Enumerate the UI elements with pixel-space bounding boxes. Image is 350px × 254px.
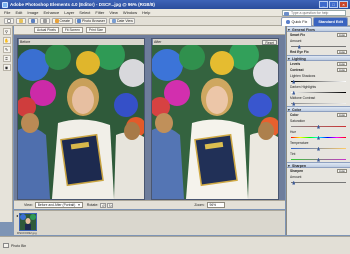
help-search-placeholder: Type a question for help: [291, 11, 329, 15]
sharpen-slider[interactable]: [291, 180, 346, 185]
rotate-right-icon[interactable]: ↻: [107, 202, 114, 208]
after-label: After: [154, 40, 162, 44]
quick-selection-tool-icon[interactable]: ✎: [2, 46, 11, 53]
red-eye-auto-button[interactable]: Auto: [337, 49, 347, 55]
create-button[interactable]: Create: [52, 18, 73, 24]
photo-browser-icon: [77, 19, 82, 23]
after-photo[interactable]: [152, 45, 278, 199]
quick-fix-panel: General Fixes Smart FixAuto Amount Red E…: [286, 26, 350, 235]
folder-icon: [18, 19, 23, 23]
photo-bin: ◂ DSCF0032.jpg: [14, 210, 285, 235]
help-search-input[interactable]: Type a question for help: [282, 10, 346, 16]
hand-tool-icon[interactable]: ✋: [2, 37, 11, 44]
save-button[interactable]: [28, 18, 38, 24]
levels-auto-button[interactable]: Auto: [337, 61, 347, 67]
photo-bin-label: Photo Bin: [11, 243, 27, 248]
menu-file[interactable]: File: [4, 10, 10, 15]
menu-help[interactable]: Help: [142, 10, 150, 15]
chevron-down-icon: ▾: [78, 203, 80, 207]
before-label: Before: [20, 40, 31, 44]
date-view-label: Date View: [116, 19, 133, 23]
menu-layer[interactable]: Layer: [64, 10, 74, 15]
open-button[interactable]: [16, 18, 26, 24]
close-button[interactable]: ×: [339, 1, 348, 8]
crop-tool-icon[interactable]: ⌗: [2, 55, 11, 62]
photo-bin-arrow-icon[interactable]: ◂: [16, 213, 18, 218]
menu-window[interactable]: Window: [123, 10, 137, 15]
smart-fix-auto-button[interactable]: Auto: [337, 32, 347, 38]
contrast-auto-button[interactable]: Auto: [337, 67, 347, 73]
sharpen-auto-button[interactable]: Auto: [337, 168, 347, 174]
tab-quick-fix-label: Quick Fix: [291, 20, 308, 24]
view-label: View:: [24, 203, 33, 207]
smart-fix-label: Smart Fix: [290, 33, 306, 37]
color-label: Color: [290, 113, 299, 117]
menu-filter[interactable]: Filter: [95, 10, 104, 15]
options-bar: Actual Pixels Fit Screen Print Size: [14, 26, 285, 35]
before-label-bar: Before: [19, 39, 144, 45]
menu-view[interactable]: View: [109, 10, 118, 15]
photo-bin-toggle[interactable]: Photo Bin: [3, 243, 26, 248]
calendar-icon: [111, 19, 116, 23]
reset-button[interactable]: Reset: [262, 39, 277, 45]
status-bar: Photo Bin: [0, 236, 350, 254]
before-pane: Before: [17, 38, 145, 200]
view-select-value: Before and After (Portrait): [37, 203, 76, 207]
red-eye-label: Red Eye Fix: [290, 50, 309, 54]
tab-standard-edit-label: Standard Edit: [318, 20, 343, 24]
zoom-tool-icon[interactable]: ⚲: [2, 28, 11, 35]
search-icon: [284, 11, 289, 16]
new-file-button[interactable]: [4, 18, 14, 24]
zoom-label: Zoom:: [194, 203, 205, 207]
work-area: Before After Reset: [14, 35, 285, 209]
before-photo[interactable]: [18, 45, 144, 199]
tab-quick-fix[interactable]: Quick Fix: [281, 17, 313, 26]
photo-bin-icon: [3, 243, 9, 248]
thumbnail-image: [20, 213, 36, 230]
app-icon: [2, 1, 8, 8]
sharpen-label: Sharpen: [290, 169, 304, 173]
photo-browser-button[interactable]: Photo Browser: [74, 18, 108, 24]
save-icon: [30, 19, 35, 23]
print-icon: [42, 19, 47, 23]
view-select[interactable]: Before and After (Portrait) ▾: [34, 202, 83, 208]
new-file-icon: [6, 19, 11, 23]
create-label: Create: [59, 19, 71, 23]
menu-edit[interactable]: Edit: [15, 10, 22, 15]
after-label-bar: After Reset: [153, 39, 278, 45]
red-eye-tool-icon[interactable]: ◉: [2, 64, 11, 71]
toolbox: ⚲ ✋ ✎ ⌗ ◉: [0, 26, 13, 222]
mode-tabs: Quick Fix Standard Edit: [281, 17, 348, 26]
date-view-button[interactable]: Date View: [109, 18, 136, 24]
levels-label: Levels: [290, 62, 301, 66]
view-bar: View: Before and After (Portrait) ▾ Rotat…: [14, 200, 285, 209]
photo-thumbnail[interactable]: [19, 212, 37, 231]
minimize-button[interactable]: _: [319, 1, 328, 8]
maximize-button[interactable]: □: [329, 1, 338, 8]
thumbnail-filename: DSCF0032.jpg: [17, 231, 37, 235]
quick-fix-icon: [286, 20, 290, 24]
menu-image[interactable]: Image: [27, 10, 38, 15]
actual-pixels-button[interactable]: Actual Pixels: [34, 27, 59, 33]
photo-browser-label: Photo Browser: [82, 19, 105, 23]
print-button[interactable]: [40, 18, 50, 24]
title-bar: Adobe Photoshop Elements 4.0 (Editor) - …: [0, 0, 350, 9]
zoom-input[interactable]: 96%: [206, 202, 225, 208]
menu-select[interactable]: Select: [79, 10, 90, 15]
create-icon: [54, 19, 59, 23]
rotate-left-icon[interactable]: ↺: [100, 202, 107, 208]
color-auto-button[interactable]: Auto: [337, 112, 347, 118]
menu-enhance[interactable]: Enhance: [43, 10, 59, 15]
tab-standard-edit[interactable]: Standard Edit: [313, 17, 348, 26]
window-title: Adobe Photoshop Elements 4.0 (Editor) - …: [10, 2, 155, 7]
rotate-label: Rotate:: [86, 203, 99, 207]
after-pane: After Reset: [151, 38, 279, 200]
fit-screen-button[interactable]: Fit Screen: [61, 27, 83, 33]
contrast-label: Contrast: [290, 68, 304, 72]
menu-bar: File Edit Image Enhance Layer Select Fil…: [0, 9, 350, 17]
print-size-button[interactable]: Print Size: [85, 27, 107, 33]
